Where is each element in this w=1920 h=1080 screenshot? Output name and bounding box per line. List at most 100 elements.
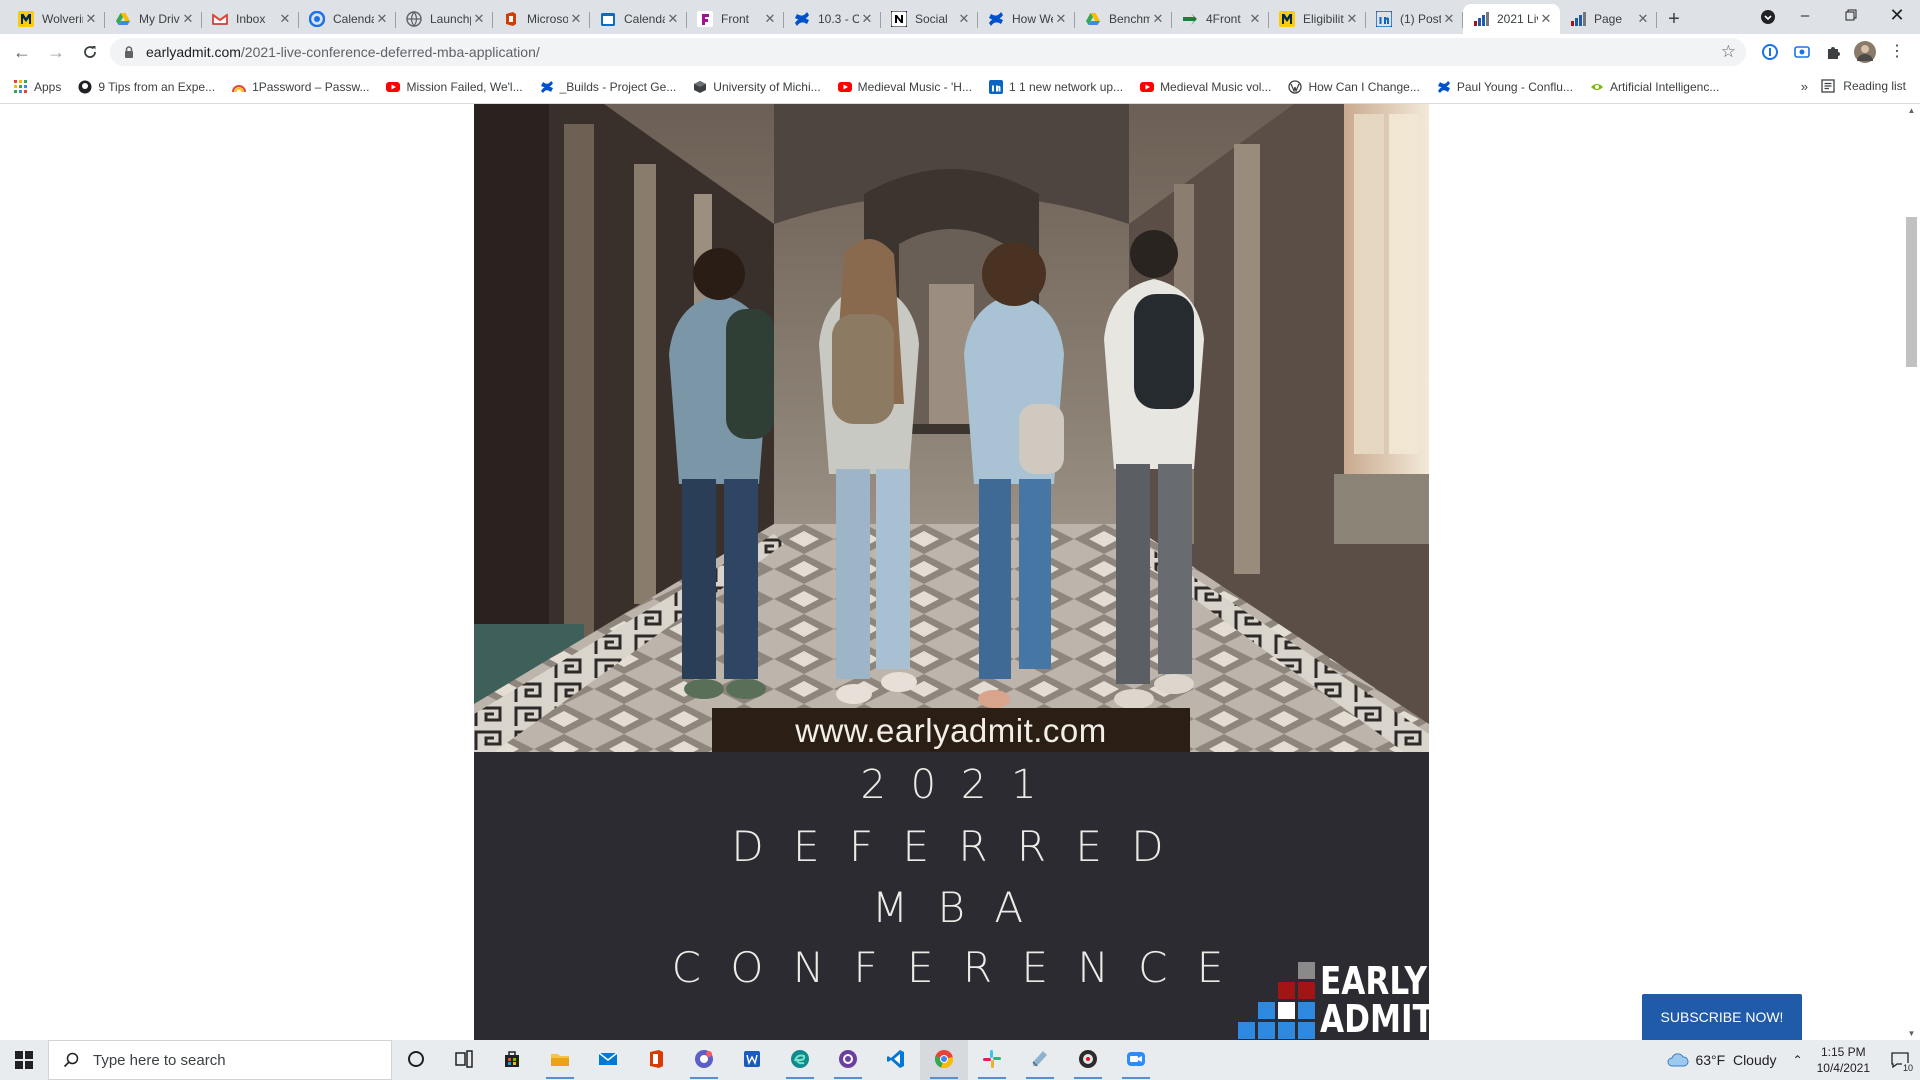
onepassword-extension-icon[interactable]	[1759, 41, 1781, 63]
taskbar-app-slack[interactable]	[968, 1040, 1016, 1080]
browser-tab[interactable]: Launchpad✕	[396, 4, 493, 34]
taskbar-app-vscode[interactable]	[872, 1040, 920, 1080]
scroll-down-arrow-icon[interactable]: ▼	[1907, 1029, 1916, 1038]
bookmark-item[interactable]: 9 Tips from an Expe...	[78, 80, 215, 94]
tab-close-icon[interactable]: ✕	[568, 11, 584, 27]
profile-avatar[interactable]	[1854, 41, 1876, 63]
tab-close-icon[interactable]: ✕	[1247, 11, 1263, 27]
bookmark-item[interactable]: Medieval Music vol...	[1140, 80, 1271, 94]
tab-strip: Wolverine Access✕My Drive✕Inbox✕Calendar…	[0, 0, 1920, 34]
hallway-students-photo	[474, 104, 1429, 752]
taskbar-app-mail[interactable]	[584, 1040, 632, 1080]
tab-close-icon[interactable]: ✕	[859, 11, 875, 27]
tab-close-icon[interactable]: ✕	[956, 11, 972, 27]
browser-tab[interactable]: 4Front ✕	[1172, 4, 1269, 34]
taskbar-app-zoom[interactable]	[1112, 1040, 1160, 1080]
bookmark-label: Medieval Music vol...	[1160, 79, 1272, 94]
browser-tab[interactable]: Microsoft Office✕	[493, 4, 590, 34]
browser-tab[interactable]: Front ✕	[687, 4, 784, 34]
tab-close-icon[interactable]: ✕	[762, 11, 778, 27]
bookmark-item[interactable]: Medieval Music - 'H...	[837, 80, 972, 94]
reading-list-button[interactable]: Reading list	[1821, 79, 1906, 93]
tab-close-icon[interactable]: ✕	[83, 11, 99, 27]
browser-tab[interactable]: Calendar✕	[299, 4, 396, 34]
tab-title: Microsoft Office	[527, 12, 568, 26]
taskbar-app-media[interactable]	[1064, 1040, 1112, 1080]
browser-tab[interactable]: Inbox ✕	[202, 4, 299, 34]
browser-tab[interactable]: Social ✕	[881, 4, 978, 34]
taskbar-app-notepad[interactable]	[1016, 1040, 1064, 1080]
tab-close-icon[interactable]: ✕	[1344, 11, 1360, 27]
taskbar-app-file-explorer[interactable]	[536, 1040, 584, 1080]
browser-tab[interactable]: My Drive✕	[105, 4, 202, 34]
tab-close-icon[interactable]: ✕	[1150, 11, 1166, 27]
taskbar-app-chrome[interactable]	[920, 1040, 968, 1080]
chrome-menu-button[interactable]: ⋮	[1886, 41, 1908, 63]
weather-text[interactable]: 63°F Cloudy	[1695, 1052, 1776, 1068]
taskbar-search-box[interactable]: Type here to search	[48, 1040, 392, 1080]
browser-tab[interactable]: Calendar✕	[590, 4, 687, 34]
notification-center-button[interactable]: 10	[1880, 1040, 1920, 1080]
tab-close-icon[interactable]: ✕	[471, 11, 487, 27]
bookmark-item[interactable]: Paul Young - Conflu...	[1437, 80, 1573, 94]
bookmark-item[interactable]: Apps	[14, 79, 61, 94]
browser-tab[interactable]: Eligibility✕	[1269, 4, 1366, 34]
bookmarks-overflow-button[interactable]: »	[1801, 79, 1808, 94]
reload-button[interactable]	[76, 38, 104, 66]
forward-button[interactable]: →	[42, 38, 70, 66]
close-window-button[interactable]: ✕	[1874, 0, 1920, 30]
bookmark-item[interactable]: Artificial Intelligenc...	[1590, 80, 1719, 94]
minimize-button[interactable]: –	[1782, 0, 1828, 30]
browser-tab[interactable]: 2021 Live Conference✕	[1463, 4, 1560, 34]
subscribe-now-button[interactable]: SUBSCRIBE NOW!	[1642, 994, 1802, 1040]
restore-button[interactable]	[1828, 0, 1874, 30]
tab-close-icon[interactable]: ✕	[665, 11, 681, 27]
bookmark-item[interactable]: 1 1 new network up...	[988, 79, 1123, 94]
github-icon	[78, 80, 92, 94]
bookmark-item[interactable]: _Builds - Project Ge...	[540, 80, 676, 94]
tab-title: 10.3 - Confluence	[818, 12, 859, 26]
tab-search-button[interactable]	[1758, 7, 1778, 27]
taskbar-clock[interactable]: 1:15 PM 10/4/2021	[1817, 1044, 1870, 1076]
taskbar-app-office[interactable]	[632, 1040, 680, 1080]
scroll-up-arrow-icon[interactable]: ▲	[1907, 106, 1916, 115]
tab-close-icon[interactable]: ✕	[1441, 11, 1457, 27]
taskbar-app-store[interactable]	[488, 1040, 536, 1080]
browser-tab[interactable]: (1) Post ✕	[1366, 4, 1463, 34]
tab-close-icon[interactable]: ✕	[1635, 11, 1651, 27]
page-scrollbar[interactable]: ▲ ▼	[1903, 104, 1920, 1040]
bookmark-item[interactable]: 1Password – Passw...	[232, 80, 369, 94]
taskbar-app-edge[interactable]	[776, 1040, 824, 1080]
tab-close-icon[interactable]: ✕	[1053, 11, 1069, 27]
bookmark-item[interactable]: How Can I Change...	[1288, 80, 1420, 94]
tab-favicon-icon	[1279, 11, 1295, 27]
browser-tab[interactable]: How We ✕	[978, 4, 1075, 34]
browser-tab[interactable]: 10.3 - Confluence✕	[784, 4, 881, 34]
tab-close-icon[interactable]: ✕	[1538, 11, 1554, 27]
bookmark-star-icon[interactable]: ☆	[1721, 42, 1736, 62]
store-icon	[501, 1048, 523, 1073]
bookmark-item[interactable]: University of Michi...	[693, 80, 821, 94]
taskbar-app-task-view[interactable]	[440, 1040, 488, 1080]
taskbar-app-chat[interactable]	[680, 1040, 728, 1080]
minimize-icon: –	[1800, 6, 1810, 24]
browser-tab[interactable]: Page ✕	[1560, 4, 1657, 34]
tab-close-icon[interactable]: ✕	[180, 11, 196, 27]
scrollbar-thumb[interactable]	[1906, 217, 1917, 367]
tab-close-icon[interactable]: ✕	[374, 11, 390, 27]
taskbar-app-word[interactable]	[728, 1040, 776, 1080]
taskbar-app-cortana[interactable]	[392, 1040, 440, 1080]
browser-tab[interactable]: Benchmarks✕	[1075, 4, 1172, 34]
tab-close-icon[interactable]: ✕	[277, 11, 293, 27]
reading-list-label: Reading list	[1843, 79, 1906, 93]
new-tab-button[interactable]: +	[1657, 4, 1691, 34]
puzzle-icon[interactable]	[1822, 41, 1844, 63]
back-button[interactable]: ←	[8, 38, 36, 66]
bookmark-item[interactable]: Mission Failed, We'l...	[386, 80, 523, 94]
screen-capture-extension-icon[interactable]	[1791, 41, 1813, 63]
browser-tab[interactable]: Wolverine Access✕	[8, 4, 105, 34]
taskbar-app-app-purple[interactable]	[824, 1040, 872, 1080]
start-button[interactable]	[0, 1040, 48, 1080]
address-bar[interactable]: earlyadmit.com/2021-live-conference-defe…	[110, 38, 1746, 66]
chevron-up-icon[interactable]: ⌃	[1793, 1053, 1803, 1067]
